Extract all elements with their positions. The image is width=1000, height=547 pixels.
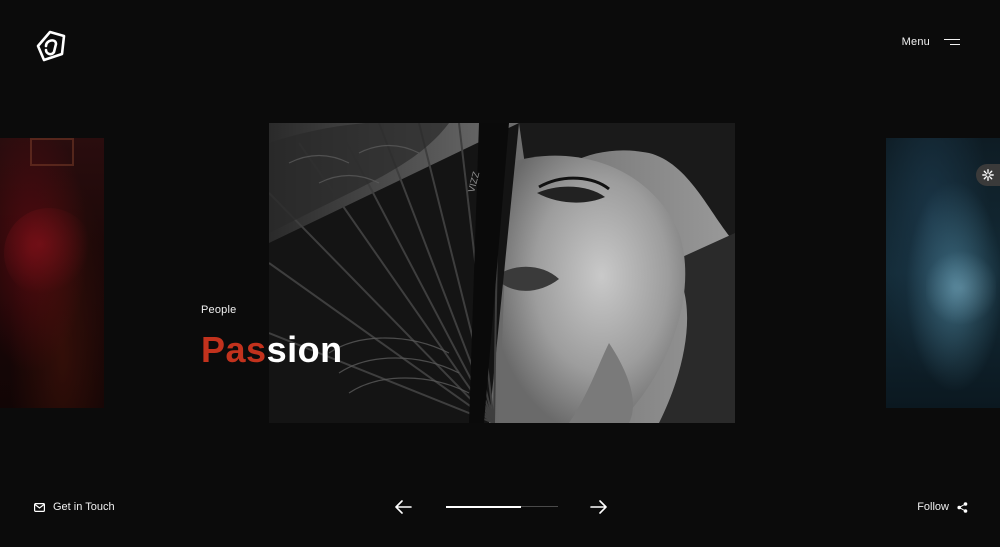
main-slide-image[interactable]: VIZZ xyxy=(269,123,735,423)
share-icon xyxy=(957,501,968,513)
slide-title[interactable]: Passion xyxy=(201,332,343,368)
menu-label: Menu xyxy=(901,36,930,48)
settings-toggle-button[interactable] xyxy=(976,164,1000,186)
preview-glow-decor xyxy=(926,248,996,328)
get-in-touch-link[interactable]: Get in Touch xyxy=(34,501,115,513)
follow-label: Follow xyxy=(917,501,949,513)
slider-navigation xyxy=(393,497,613,517)
slide-progress-fill xyxy=(446,505,522,508)
slide-title-rest: sion xyxy=(266,329,343,370)
previous-slide-button[interactable] xyxy=(393,498,413,516)
envelope-icon xyxy=(34,502,45,512)
menu-button[interactable]: Menu xyxy=(902,36,960,48)
preview-frame-decor xyxy=(30,138,74,166)
hamburger-icon xyxy=(944,37,960,47)
arrow-right-icon xyxy=(590,500,607,514)
slide-progress-bar xyxy=(446,505,558,508)
slide-title-accent: Pas xyxy=(201,329,267,370)
get-in-touch-label: Get in Touch xyxy=(53,501,115,513)
follow-button[interactable]: Follow xyxy=(917,501,968,513)
brand-logo-icon[interactable] xyxy=(32,26,70,64)
slide-caption: People Passion xyxy=(201,304,343,368)
slide-category[interactable]: People xyxy=(201,304,343,316)
arrow-left-icon xyxy=(395,500,412,514)
gear-icon xyxy=(982,169,994,181)
page: Menu VIZZ People Passion Get in Touch Fo… xyxy=(0,0,1000,547)
previous-slide-preview[interactable] xyxy=(0,138,104,408)
preview-swirl-decor xyxy=(4,208,94,298)
next-slide-button[interactable] xyxy=(589,498,609,516)
